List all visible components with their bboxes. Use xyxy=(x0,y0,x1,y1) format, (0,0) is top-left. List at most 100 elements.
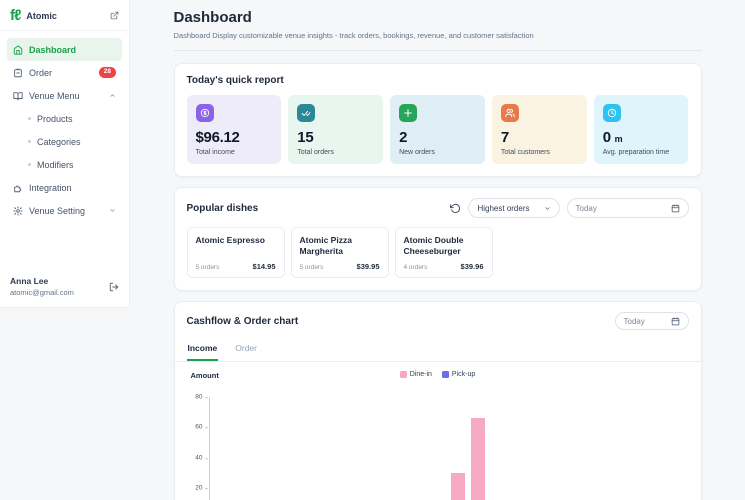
sidebar-item-dashboard[interactable]: Dashboard xyxy=(7,38,122,61)
calendar-icon xyxy=(671,316,680,326)
sidebar: fℓ Atomic Dashboard Order 28 Venue Menu … xyxy=(0,0,130,308)
sidebar-item-label: Modifiers xyxy=(37,159,74,170)
chart-slot: 20:00 xyxy=(607,397,627,500)
clock-icon xyxy=(602,104,621,122)
quick-report-title: Today's quick report xyxy=(186,75,284,86)
sort-dropdown[interactable]: Highest orders xyxy=(468,198,560,218)
sidebar-item-categories[interactable]: Categories xyxy=(7,130,122,153)
sidebar-item-integration[interactable]: Integration xyxy=(7,176,122,199)
chevron-down-icon xyxy=(544,205,551,212)
chart-slot: 22:00 xyxy=(647,397,667,500)
page-header: Dashboard Dashboard Display customizable… xyxy=(173,0,702,51)
chart-slot: 05:00 xyxy=(309,397,329,500)
stat-value: 15 xyxy=(297,129,314,146)
chart-legend: Dine-in Pick-up xyxy=(175,371,701,379)
user-name: Anna Lee xyxy=(10,276,49,286)
stats-row: $96.12 Total income 15 Total orders 2 Ne… xyxy=(186,95,689,164)
chart-slot: 16:00 xyxy=(528,397,548,500)
date-picker[interactable]: Today xyxy=(566,198,689,218)
page-subtitle: Dashboard Display customizable venue ins… xyxy=(173,31,534,40)
stat-label: Total income xyxy=(195,149,235,156)
bar-dine-in xyxy=(470,418,485,500)
chart-slot: 19:00 xyxy=(587,397,607,500)
stat-value: 2 xyxy=(399,129,408,146)
sort-dropdown-value: Highest orders xyxy=(477,203,530,213)
tab-order[interactable]: Order xyxy=(234,338,258,361)
cashflow-chart-card: Cashflow & Order chart Today Income Orde… xyxy=(173,301,702,500)
user-info: Anna Lee atomic@gmail.com xyxy=(10,276,74,297)
page-title: Dashboard xyxy=(173,9,252,26)
dish-name: Atomic Pizza Margherita xyxy=(299,235,352,257)
puzzle-icon xyxy=(13,183,23,193)
dish-price: $39.95 xyxy=(356,262,380,272)
legend-swatch xyxy=(399,371,407,379)
tab-income[interactable]: Income xyxy=(186,338,219,362)
sidebar-nav: Dashboard Order 28 Venue Menu Products C… xyxy=(0,31,129,222)
sidebar-item-venue-menu[interactable]: Venue Menu xyxy=(7,84,122,107)
y-tick-label: 80 xyxy=(195,392,208,400)
chevron-down-icon xyxy=(109,207,116,214)
chart-slot: 15:00 xyxy=(508,397,528,500)
app-window: fℓ Atomic Dashboard Order 28 Venue Menu … xyxy=(0,0,745,500)
home-icon xyxy=(13,44,23,55)
brand-logo: fℓ xyxy=(10,7,21,24)
sidebar-item-venue-setting[interactable]: Venue Setting xyxy=(7,199,122,222)
sidebar-item-order[interactable]: Order 28 xyxy=(7,61,122,84)
legend-item-pick-up: Pick-up xyxy=(441,371,475,379)
user-profile: Anna Lee atomic@gmail.com xyxy=(0,268,129,307)
sidebar-item-products[interactable]: Products xyxy=(7,107,122,130)
chart-slot: 18:00 xyxy=(567,397,587,500)
chart-slot: 07:00 xyxy=(349,397,369,500)
popular-dishes-card: Popular dishes Highest orders Today Atom… xyxy=(173,187,702,292)
chevron-up-icon xyxy=(109,92,116,99)
chart-slot: 17:00 xyxy=(547,397,567,500)
gear-icon xyxy=(13,205,23,216)
chart-slot: 10:00 xyxy=(408,397,428,500)
sidebar-item-label: Categories xyxy=(37,136,81,147)
chart-tabs: Income Order xyxy=(174,338,701,363)
chart-slot: 14:00 xyxy=(488,397,508,500)
dish-name: Atomic Double Cheeseburger xyxy=(403,235,464,257)
chart-slots: 00:0001:00 03:00 05:0006:0007:00 09:0010:00… xyxy=(210,397,687,500)
chart-slot: 06:00 xyxy=(329,397,349,500)
chart-slot: 12:00 xyxy=(448,397,468,500)
legend-label: Dine-in xyxy=(409,371,432,379)
stat-label: Avg. preparation time xyxy=(602,149,670,156)
dish-orders: 4 orders xyxy=(403,264,428,272)
stat-label: Total customers xyxy=(500,149,550,156)
stat-card: 2 New orders xyxy=(390,95,485,164)
legend-item-dine-in: Dine-in xyxy=(399,371,432,379)
chart-slot: 09:00 xyxy=(388,397,408,500)
users-icon xyxy=(500,104,519,122)
sidebar-item-label: Venue Menu xyxy=(29,90,80,101)
stat-value: $96.12 xyxy=(195,129,240,146)
sidebar-item-label: Dashboard xyxy=(29,44,77,55)
chart-slot: 01:00 xyxy=(229,397,249,500)
bullet-dot-icon xyxy=(28,140,31,143)
popular-dishes-title: Popular dishes xyxy=(186,202,259,214)
brand-name: Atomic xyxy=(26,10,57,21)
chart-slot: 21:00 xyxy=(627,397,647,500)
y-tick-label: 60 xyxy=(195,423,208,431)
dish-orders: 5 orders xyxy=(299,264,324,272)
chart-slot: 11:00 xyxy=(428,397,448,500)
logout-icon[interactable] xyxy=(109,282,119,292)
reset-filter-icon[interactable] xyxy=(450,203,461,214)
chart-slot xyxy=(289,397,309,500)
stat-card: $96.12 Total income xyxy=(186,95,282,164)
chart-slot xyxy=(369,397,389,500)
sidebar-item-modifiers[interactable]: Modifiers xyxy=(7,153,122,176)
chart-date-value: Today xyxy=(623,316,645,326)
bullet-dot-icon xyxy=(28,163,31,166)
sidebar-item-label: Integration xyxy=(29,182,72,193)
plus-icon xyxy=(399,104,418,122)
dish-card: Atomic Pizza Margherita 5 orders $39.95 xyxy=(290,227,389,279)
quick-report-card: Today's quick report $96.12 Total income xyxy=(173,63,702,177)
chart-date-picker[interactable]: Today xyxy=(614,312,689,331)
external-link-icon[interactable] xyxy=(110,11,119,20)
dish-card: Atomic Espresso 5 orders $14.95 xyxy=(186,227,285,279)
chart-slot: 13:00 xyxy=(468,397,488,500)
bar-dine-in xyxy=(450,472,465,500)
calendar-icon xyxy=(671,203,680,213)
stat-value: 7 xyxy=(500,129,509,146)
